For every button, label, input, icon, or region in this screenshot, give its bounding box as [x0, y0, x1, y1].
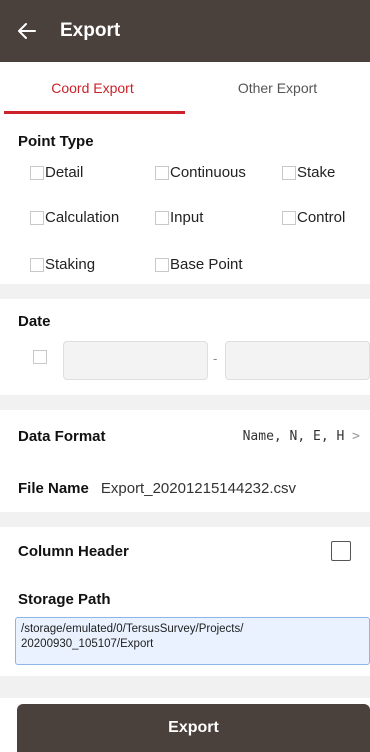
checkbox-label: Staking — [45, 256, 96, 273]
tab-bar: Coord Export Other Export — [0, 62, 370, 114]
export-button[interactable]: Export — [17, 704, 370, 752]
checkbox-box[interactable] — [30, 257, 44, 272]
date-enable-checkbox[interactable] — [33, 350, 47, 364]
storage-path-label: Storage Path — [18, 591, 111, 608]
end-date-field[interactable] — [225, 341, 370, 380]
checkbox-stake[interactable]: Stake — [282, 164, 335, 181]
storage-path-line1: /storage/emulated/0/TersusSurvey/Project… — [21, 623, 244, 635]
file-name-label: File Name — [18, 479, 89, 497]
section-divider — [0, 284, 370, 299]
checkbox-box[interactable] — [155, 257, 169, 272]
checkbox-box[interactable] — [155, 210, 169, 225]
chevron-right-icon: > — [352, 428, 360, 444]
date-separator: - — [213, 351, 218, 366]
back-arrow-icon[interactable] — [0, 0, 54, 62]
checkbox-box[interactable] — [282, 210, 296, 225]
data-format-row[interactable]: Data Format Name, N, E, H > — [0, 416, 370, 456]
checkbox-label: Detail — [45, 164, 84, 181]
point-type-label: Point Type — [18, 133, 94, 150]
checkbox-input[interactable]: Input — [155, 209, 203, 226]
checkbox-staking[interactable]: Staking — [30, 256, 95, 273]
column-header-checkbox[interactable] — [331, 541, 351, 561]
tab-coord-export[interactable]: Coord Export — [0, 62, 185, 114]
checkbox-base-point[interactable]: Base Point — [155, 256, 243, 273]
date-label: Date — [18, 313, 51, 330]
checkbox-continuous[interactable]: Continuous — [155, 164, 246, 181]
section-divider — [0, 512, 370, 527]
checkbox-label: Stake — [297, 164, 336, 181]
checkbox-label: Base Point — [170, 256, 243, 273]
checkbox-box[interactable] — [282, 165, 296, 180]
checkbox-box[interactable] — [30, 210, 44, 225]
storage-path-line2: 20200930_105107/Export — [21, 638, 154, 650]
checkbox-label: Control — [297, 209, 346, 226]
start-date-field[interactable] — [63, 341, 208, 380]
data-format-value-group: Name, N, E, H > — [243, 429, 360, 444]
checkbox-detail[interactable]: Detail — [30, 164, 83, 181]
checkbox-label: Calculation — [45, 209, 120, 226]
data-format-label: Data Format — [18, 427, 106, 445]
section-divider — [0, 676, 370, 698]
storage-path-field[interactable]: /storage/emulated/0/TersusSurvey/Project… — [15, 617, 370, 665]
tab-other-export[interactable]: Other Export — [185, 62, 370, 114]
checkbox-label: Input — [170, 209, 204, 226]
page-title: Export — [60, 20, 121, 41]
column-header-row: Column Header — [0, 531, 370, 571]
checkbox-control[interactable]: Control — [282, 209, 345, 226]
section-divider — [0, 395, 370, 410]
app-header: Export — [0, 0, 370, 62]
checkbox-box[interactable] — [155, 165, 169, 180]
data-format-value: Name, N, E, H — [242, 428, 345, 444]
checkbox-label: Continuous — [170, 164, 246, 181]
checkbox-box[interactable] — [30, 165, 44, 180]
column-header-label: Column Header — [18, 542, 129, 560]
file-name-value[interactable]: Export_20201215144232.csv — [101, 480, 296, 497]
checkbox-calculation[interactable]: Calculation — [30, 209, 119, 226]
file-name-row[interactable]: File Name Export_20201215144232.csv — [0, 468, 370, 508]
